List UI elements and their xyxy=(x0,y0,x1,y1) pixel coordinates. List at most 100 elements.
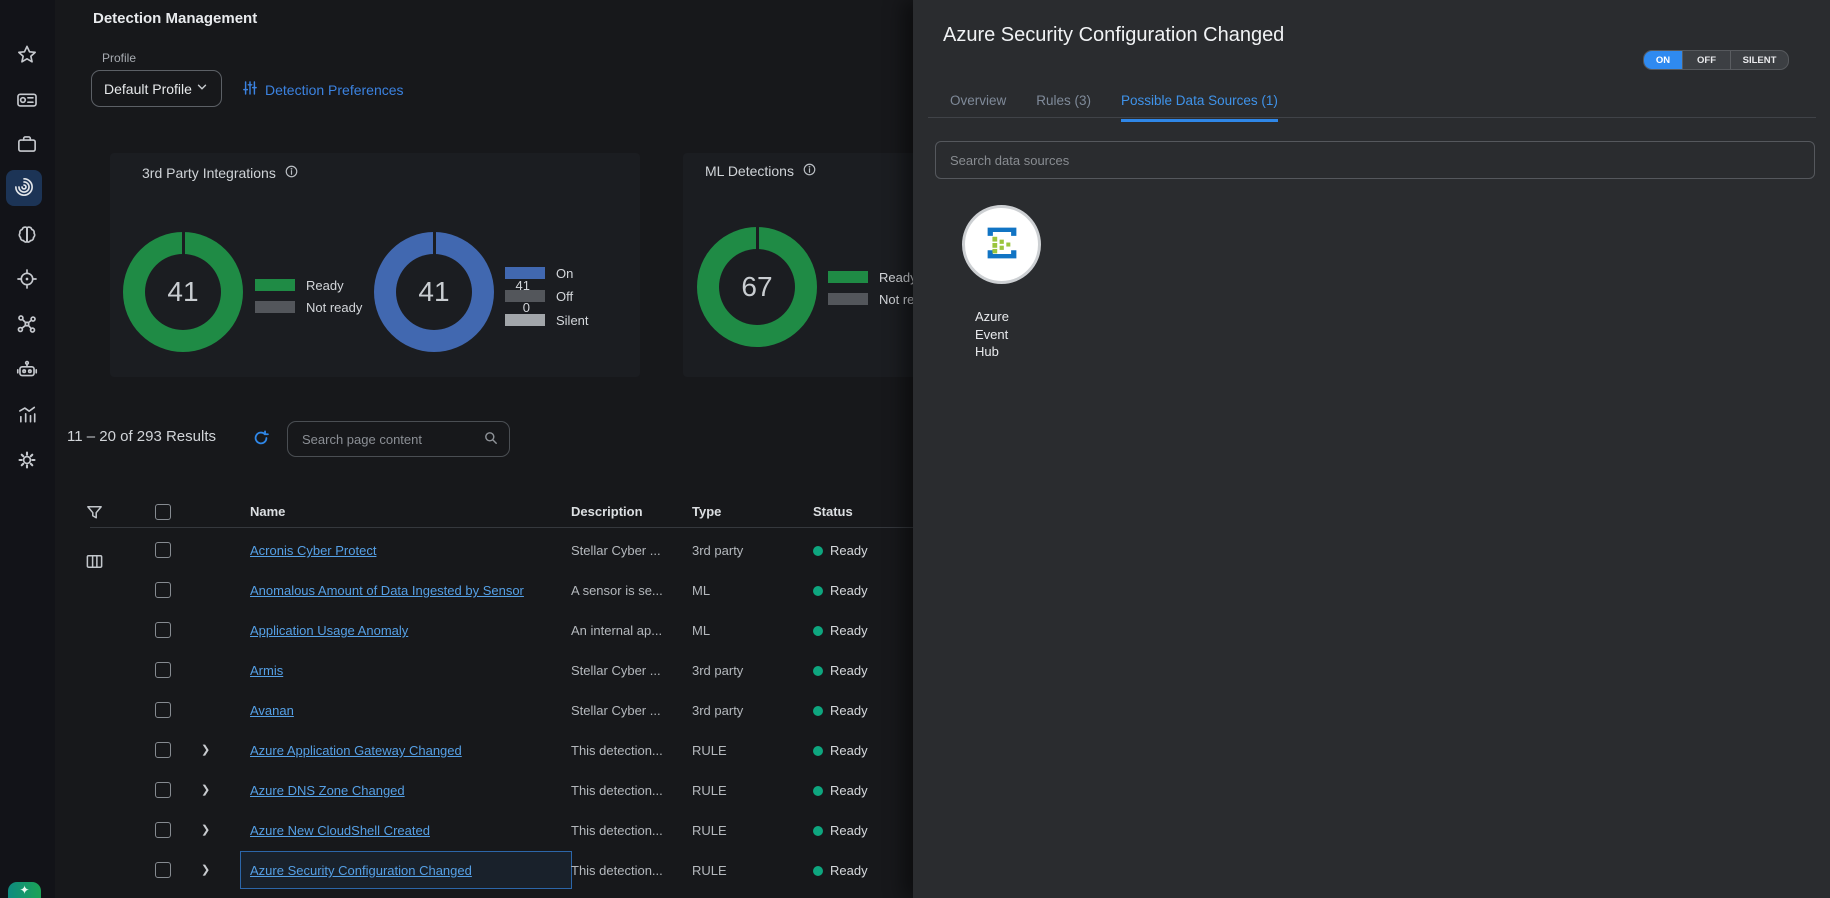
card-title: ML Detections xyxy=(705,163,794,179)
row-checkbox[interactable] xyxy=(155,782,171,798)
legend-swatch xyxy=(255,301,295,313)
expand-chevron-icon[interactable]: ❯ xyxy=(201,863,210,876)
detection-management-page: Detection Management Profile Default Pro… xyxy=(55,0,913,898)
sidebar-item-cases[interactable] xyxy=(13,131,41,159)
select-all-checkbox[interactable] xyxy=(155,504,171,520)
toggle-off-button[interactable]: OFF xyxy=(1682,51,1730,69)
table-row: ❯ Azure DNS Zone Changed This detection.… xyxy=(55,770,913,810)
detection-link[interactable]: Azure Security Configuration Changed xyxy=(250,863,472,878)
sidebar-item-detections-active[interactable] xyxy=(6,170,42,206)
legend-row: Ready 41 xyxy=(255,278,344,292)
detection-preferences-link[interactable]: Detection Preferences xyxy=(242,80,404,99)
data-source-name: Azure Event Hub xyxy=(975,308,1031,361)
row-checkbox[interactable] xyxy=(155,582,171,598)
sidebar-item-automation[interactable] xyxy=(13,356,41,384)
search-icon xyxy=(483,430,499,449)
donut-value: 41 xyxy=(167,276,198,308)
data-sources-search-box xyxy=(935,141,1815,179)
refresh-icon[interactable] xyxy=(252,429,270,447)
detection-link[interactable]: Armis xyxy=(250,663,283,678)
chart-icon xyxy=(16,403,38,428)
info-icon[interactable] xyxy=(802,162,817,180)
legend-swatch xyxy=(255,279,295,291)
ready-donut-chart: 41 xyxy=(123,232,243,352)
filter-funnel-icon[interactable] xyxy=(85,503,104,525)
sliders-icon xyxy=(242,80,258,99)
column-header-description[interactable]: Description xyxy=(571,504,643,519)
column-header-type[interactable]: Type xyxy=(692,504,721,519)
status-dot xyxy=(813,546,823,556)
third-party-integrations-card: 3rd Party Integrations 41 Ready 41 Not r… xyxy=(110,153,640,377)
status-dot xyxy=(813,746,823,756)
table-row: ❯ Azure New CloudShell Created This dete… xyxy=(55,810,913,850)
donut-value: 41 xyxy=(418,276,449,308)
expand-chevron-icon[interactable]: ❯ xyxy=(201,743,210,756)
row-checkbox[interactable] xyxy=(155,662,171,678)
crosshair-icon xyxy=(16,268,38,293)
sidebar-item-targets[interactable] xyxy=(13,266,41,294)
network-icon xyxy=(16,313,38,338)
gear-icon xyxy=(16,449,38,474)
expand-chevron-icon[interactable]: ❯ xyxy=(201,823,210,836)
sidebar: ✦ xyxy=(0,0,55,898)
page-search-box xyxy=(287,421,510,457)
sidebar-item-ml[interactable] xyxy=(13,222,41,250)
table-row: Anomalous Amount of Data Ingested by Sen… xyxy=(55,570,913,610)
status-dot xyxy=(813,586,823,596)
row-checkbox[interactable] xyxy=(155,862,171,878)
chevron-down-icon xyxy=(195,80,209,97)
expand-chevron-icon[interactable]: ❯ xyxy=(201,783,210,796)
status-dot xyxy=(813,866,823,876)
assistant-button[interactable]: ✦ xyxy=(8,882,41,898)
card-reader-icon xyxy=(16,89,38,114)
table-row: Avanan Stellar Cyber ... 3rd party Ready xyxy=(55,690,913,730)
table-row: ❯ Azure Application Gateway Changed This… xyxy=(55,730,913,770)
detection-link[interactable]: Anomalous Amount of Data Ingested by Sen… xyxy=(250,583,524,598)
legend-swatch xyxy=(505,314,545,326)
card-title: 3rd Party Integrations xyxy=(142,165,276,181)
profile-dropdown[interactable]: Default Profile xyxy=(91,70,222,107)
sidebar-item-connections[interactable] xyxy=(13,311,41,339)
row-checkbox[interactable] xyxy=(155,542,171,558)
row-checkbox[interactable] xyxy=(155,742,171,758)
row-checkbox[interactable] xyxy=(155,702,171,718)
sparkle-icon: ✦ xyxy=(19,882,29,898)
legend-row: On 41 xyxy=(505,266,573,280)
column-header-status[interactable]: Status xyxy=(813,504,853,519)
row-checkbox[interactable] xyxy=(155,822,171,838)
profile-dropdown-value: Default Profile xyxy=(104,81,195,97)
status-dot xyxy=(813,706,823,716)
tabs-divider xyxy=(928,117,1816,118)
profile-label: Profile xyxy=(102,51,136,65)
sidebar-item-favorites[interactable] xyxy=(13,42,41,70)
detection-link[interactable]: Avanan xyxy=(250,703,294,718)
detection-management-app: ✦ Detection Management Profile Default P… xyxy=(0,0,1830,898)
legend-row: Not ready 0 xyxy=(255,300,362,314)
table-row: Acronis Cyber Protect Stellar Cyber ... … xyxy=(55,530,913,570)
legend-row: Ready xyxy=(828,270,913,284)
detection-link[interactable]: Azure Application Gateway Changed xyxy=(250,743,462,758)
column-header-name[interactable]: Name xyxy=(250,504,285,519)
info-icon[interactable] xyxy=(284,164,299,182)
detection-link[interactable]: Acronis Cyber Protect xyxy=(250,543,376,558)
data-sources-search-input[interactable] xyxy=(948,152,1802,169)
toggle-on-button[interactable]: ON xyxy=(1644,51,1682,69)
toggle-silent-button[interactable]: SILENT xyxy=(1730,51,1788,69)
legend-row: Silent 0 xyxy=(505,313,589,327)
detection-detail-panel: Azure Security Configuration Changed ON … xyxy=(913,0,1830,898)
sidebar-item-settings[interactable] xyxy=(13,447,41,475)
detection-link[interactable]: Azure New CloudShell Created xyxy=(250,823,430,838)
detection-link[interactable]: Application Usage Anomaly xyxy=(250,623,408,638)
row-checkbox[interactable] xyxy=(155,622,171,638)
briefcase-icon xyxy=(16,133,38,158)
sidebar-item-reports[interactable] xyxy=(13,401,41,429)
data-source-tile[interactable] xyxy=(962,205,1041,284)
detection-link[interactable]: Azure DNS Zone Changed xyxy=(250,783,405,798)
detections-spiral-icon xyxy=(13,176,35,201)
status-dot xyxy=(813,626,823,636)
robot-icon xyxy=(16,358,38,383)
sidebar-item-reader[interactable] xyxy=(13,87,41,115)
page-search-input[interactable] xyxy=(300,431,483,448)
legend-row: Off 0 xyxy=(505,289,573,303)
on-off-silent-toggle: ON OFF SILENT xyxy=(1643,50,1789,70)
